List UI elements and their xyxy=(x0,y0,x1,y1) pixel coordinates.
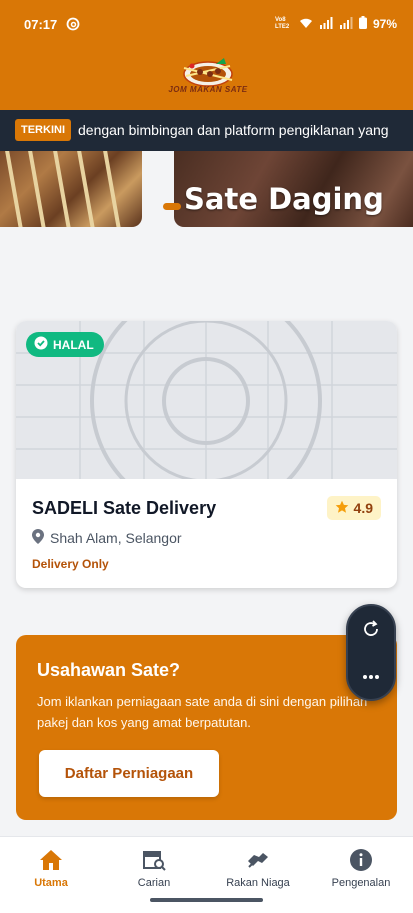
verified-check-icon xyxy=(34,336,48,353)
battery-icon xyxy=(358,16,367,32)
refresh-icon xyxy=(361,619,381,644)
logo-text: JOM MAKAN SATE xyxy=(168,85,248,94)
banner-title: Sate Daging xyxy=(184,182,384,216)
register-business-cta: Usahawan Sate? Jom iklankan perniagaan s… xyxy=(16,635,397,820)
handshake-icon xyxy=(208,847,308,873)
more-options-button[interactable] xyxy=(348,653,394,699)
signal-icon xyxy=(319,16,333,32)
status-time: 07:17 xyxy=(24,17,58,32)
news-ticker[interactable]: TERKINI dengan bimbingan dan platform pe… xyxy=(0,110,413,151)
battery-level: 97% xyxy=(372,17,397,31)
signal-icon-2 xyxy=(339,16,353,32)
star-icon xyxy=(335,500,349,517)
refresh-button[interactable] xyxy=(348,608,394,654)
banner-accent xyxy=(163,203,181,210)
listing-image-placeholder: HALAL xyxy=(16,321,397,479)
status-indicators: Vo8 LTE2 97% xyxy=(275,16,397,32)
nav-item-carian[interactable]: Carian xyxy=(104,847,204,889)
rating-badge: 4.9 xyxy=(326,496,381,520)
more-horizontal-icon xyxy=(362,667,380,685)
wifi-icon xyxy=(299,17,313,32)
location-text: Shah Alam, Selangor xyxy=(50,530,182,546)
home-icon xyxy=(1,847,101,873)
ticker-badge: TERKINI xyxy=(15,119,71,141)
nav-label-utama: Utama xyxy=(34,877,68,889)
app-header xyxy=(0,50,413,110)
banner-image-left xyxy=(0,151,142,227)
nav-item-pengenalan[interactable]: Pengenalan xyxy=(311,847,411,889)
search-store-icon xyxy=(104,847,204,873)
info-icon xyxy=(311,847,411,873)
nav-label-carian: Carian xyxy=(137,877,171,889)
nav-label-pengenalan: Pengenalan xyxy=(331,877,391,889)
threads-icon xyxy=(66,17,80,31)
network-label: Vo8 LTE2 xyxy=(274,17,290,30)
rating-value: 4.9 xyxy=(353,500,373,516)
halal-badge: HALAL xyxy=(26,332,104,357)
location-pin-icon xyxy=(32,529,44,547)
nav-label-rakan-niaga: Rakan Niaga xyxy=(226,877,290,889)
cta-description: Jom iklankan perniagaan sate anda di sin… xyxy=(37,694,368,730)
listing-name: SADELI Sate Delivery xyxy=(32,498,217,518)
halal-label: HALAL xyxy=(53,337,94,352)
listing-location: Shah Alam, Selangor xyxy=(32,529,182,547)
listing-card[interactable]: HALAL SADELI Sate Delivery 4.9 Shah Alam… xyxy=(16,321,397,588)
floating-actions xyxy=(346,604,396,701)
register-business-button[interactable]: Daftar Perniagaan xyxy=(39,750,219,797)
status-bar: 07:17 Vo8 LTE2 97% xyxy=(0,0,413,50)
nav-item-rakan-niaga[interactable]: Rakan Niaga xyxy=(208,847,308,889)
cta-title: Usahawan Sate? xyxy=(37,660,181,680)
home-indicator xyxy=(150,898,263,902)
nav-item-utama[interactable]: Utama xyxy=(1,847,101,889)
ticker-text: dengan bimbingan dan platform pengiklana… xyxy=(78,122,389,138)
delivery-tag: Delivery Only xyxy=(32,557,109,571)
